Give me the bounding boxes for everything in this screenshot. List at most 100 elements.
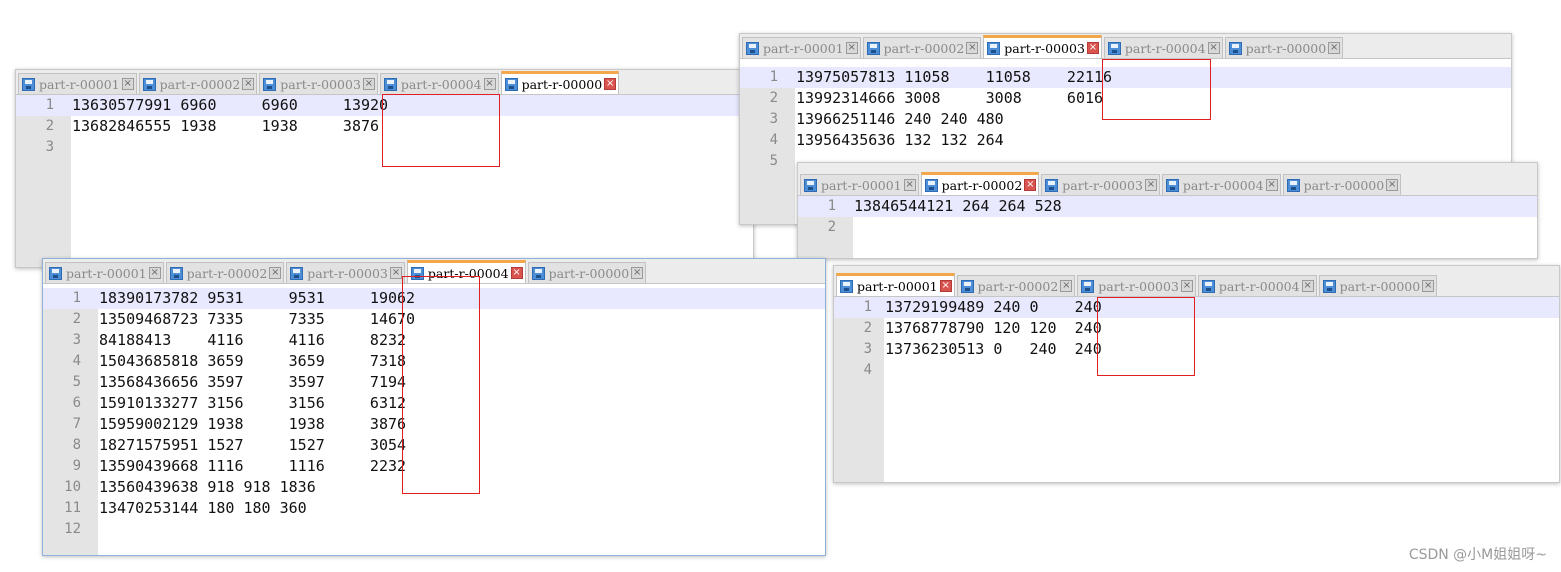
tab-label: part-r-00002 bbox=[186, 265, 268, 281]
floppy-disk-icon bbox=[746, 41, 759, 55]
close-icon[interactable]: × bbox=[362, 78, 375, 90]
tab-part-r-00001[interactable]: part-r-00001 × bbox=[45, 262, 164, 283]
tab-part-r-00000[interactable]: part-r-00000 × bbox=[500, 71, 620, 94]
editor-line: 9 13590439668 1116 1116 2232 bbox=[43, 456, 825, 477]
editor-window-part-r-00004: part-r-00001 × part-r-00002 × part-r-00003 × p… bbox=[42, 258, 826, 556]
editor-line: 4 bbox=[834, 360, 1559, 381]
close-icon[interactable]: × bbox=[1024, 179, 1037, 191]
tab-part-r-00000[interactable]: part-r-00000 × bbox=[1282, 174, 1402, 195]
close-icon[interactable]: × bbox=[1328, 42, 1341, 54]
line-text: 13992314666 3008 3008 6016 bbox=[796, 89, 1104, 107]
close-icon[interactable]: × bbox=[269, 267, 282, 279]
text-editor[interactable]: 1 13630577991 6960 6960 13920 2 13682846555… bbox=[16, 95, 753, 267]
tab-label: part-r-00003 bbox=[1062, 177, 1143, 193]
floppy-disk-icon bbox=[410, 266, 424, 280]
line-number: 5 bbox=[769, 153, 778, 169]
editor-window-part-r-00001: part-r-00001 × part-r-00002 × part-r-00003 × p… bbox=[833, 265, 1560, 483]
editor-line: 10 13560439638 918 918 1836 bbox=[43, 477, 825, 498]
close-icon[interactable]: × bbox=[845, 42, 858, 54]
close-icon[interactable]: × bbox=[631, 267, 644, 279]
line-text: 18390173782 9531 9531 19062 bbox=[99, 289, 416, 307]
close-icon[interactable]: × bbox=[1301, 280, 1314, 292]
tab-part-r-00004[interactable]: part-r-00004 × bbox=[1197, 275, 1317, 296]
floppy-disk-icon bbox=[1045, 178, 1059, 192]
floppy-disk-icon bbox=[1081, 279, 1095, 293]
close-icon[interactable]: × bbox=[1207, 42, 1220, 54]
editor-line: 3 13736230513 0 240 240 bbox=[834, 339, 1559, 360]
close-icon[interactable]: × bbox=[966, 42, 979, 54]
line-text: 13509468723 7335 7335 14670 bbox=[99, 310, 416, 328]
tab-part-r-00004[interactable]: part-r-00004 × bbox=[406, 260, 526, 283]
close-icon[interactable]: × bbox=[510, 267, 523, 279]
editor-line: 3 84188413 4116 4116 8232 bbox=[43, 330, 825, 351]
line-number: 5 bbox=[72, 374, 81, 390]
line-text: 15043685818 3659 3659 7318 bbox=[99, 352, 407, 370]
tab-label: part-r-00002 bbox=[977, 278, 1059, 294]
tab-part-r-00002[interactable]: part-r-00002 × bbox=[165, 262, 285, 283]
line-number: 11 bbox=[64, 500, 81, 516]
close-icon[interactable]: × bbox=[1144, 179, 1157, 191]
tab-part-r-00003[interactable]: part-r-00003 × bbox=[1041, 174, 1160, 195]
close-icon[interactable]: × bbox=[1422, 280, 1435, 292]
floppy-disk-icon bbox=[142, 77, 156, 91]
tab-part-r-00001[interactable]: part-r-00001 × bbox=[800, 174, 919, 195]
tab-part-r-00004[interactable]: part-r-00004 × bbox=[379, 73, 499, 94]
tab-part-r-00000[interactable]: part-r-00000 × bbox=[527, 262, 647, 283]
tab-part-r-00001[interactable]: part-r-00001 × bbox=[742, 37, 861, 58]
tab-part-r-00003[interactable]: part-r-00003 × bbox=[259, 73, 378, 94]
line-number: 4 bbox=[72, 353, 81, 369]
close-icon[interactable]: × bbox=[939, 280, 952, 292]
editor-line: 6 15910133277 3156 3156 6312 bbox=[43, 393, 825, 414]
tab-part-r-00002[interactable]: part-r-00002 × bbox=[920, 172, 1040, 195]
tab-part-r-00003[interactable]: part-r-00003 × bbox=[286, 262, 405, 283]
tab-part-r-00001[interactable]: part-r-00001 × bbox=[18, 73, 137, 94]
floppy-disk-icon bbox=[1322, 279, 1336, 293]
close-icon[interactable]: × bbox=[903, 179, 916, 191]
tab-part-r-00002[interactable]: part-r-00002 × bbox=[956, 275, 1076, 296]
editor-line: 4 13956435636 132 132 264 bbox=[740, 130, 1511, 151]
tab-part-r-00001[interactable]: part-r-00001 × bbox=[836, 273, 955, 296]
tab-label: part-r-00000 bbox=[548, 265, 630, 281]
floppy-disk-icon bbox=[1165, 178, 1179, 192]
close-icon[interactable]: × bbox=[1265, 179, 1278, 191]
tab-part-r-00003[interactable]: part-r-00003 × bbox=[1077, 275, 1196, 296]
tab-label: part-r-00004 bbox=[427, 265, 509, 281]
line-text: 13846544121 264 264 528 bbox=[854, 197, 1062, 215]
line-text: 13956435636 132 132 264 bbox=[796, 131, 1004, 149]
tab-label: part-r-00002 bbox=[159, 76, 241, 92]
tab-part-r-00000[interactable]: part-r-00000 × bbox=[1318, 275, 1438, 296]
tab-part-r-00000[interactable]: part-r-00000 × bbox=[1224, 37, 1344, 58]
line-text: 13630577991 6960 6960 13920 bbox=[72, 96, 389, 114]
floppy-disk-icon bbox=[169, 266, 183, 280]
tab-part-r-00004[interactable]: part-r-00004 × bbox=[1103, 37, 1223, 58]
line-text: 13682846555 1938 1938 3876 bbox=[72, 117, 380, 135]
line-number: 2 bbox=[72, 311, 81, 327]
line-text: 13768778790 120 120 240 bbox=[885, 319, 1102, 337]
tab-label: part-r-00001 bbox=[66, 265, 147, 281]
close-icon[interactable]: × bbox=[1386, 179, 1399, 191]
close-icon[interactable]: × bbox=[242, 78, 255, 90]
close-icon[interactable]: × bbox=[1180, 280, 1193, 292]
tab-label: part-r-00000 bbox=[521, 76, 603, 92]
text-editor[interactable]: 1 13729199489 240 0 240 2 13768778790 120 1… bbox=[834, 297, 1559, 482]
close-icon[interactable]: × bbox=[1086, 42, 1099, 54]
tab-part-r-00003[interactable]: part-r-00003 × bbox=[983, 35, 1102, 58]
line-text: 13736230513 0 240 240 bbox=[885, 340, 1102, 358]
close-icon[interactable]: × bbox=[148, 267, 161, 279]
editor-line: 2 13682846555 1938 1938 3876 bbox=[16, 116, 753, 137]
close-icon[interactable]: × bbox=[121, 78, 134, 90]
close-icon[interactable]: × bbox=[604, 78, 617, 90]
text-editor[interactable]: 1 13846544121 264 264 528 2 bbox=[798, 196, 1537, 258]
close-icon[interactable]: × bbox=[389, 267, 402, 279]
tab-label: part-r-00001 bbox=[763, 40, 844, 56]
line-number: 1 bbox=[769, 69, 778, 85]
tab-part-r-00002[interactable]: part-r-00002 × bbox=[862, 37, 982, 58]
tab-part-r-00004[interactable]: part-r-00004 × bbox=[1161, 174, 1281, 195]
close-icon[interactable]: × bbox=[483, 78, 496, 90]
tab-part-r-00002[interactable]: part-r-00002 × bbox=[138, 73, 258, 94]
close-icon[interactable]: × bbox=[1060, 280, 1073, 292]
floppy-disk-icon bbox=[263, 77, 277, 91]
line-number: 10 bbox=[64, 479, 81, 495]
floppy-disk-icon bbox=[1228, 41, 1242, 55]
text-editor[interactable]: 1 18390173782 9531 9531 19062 2 13509468723… bbox=[43, 288, 825, 555]
